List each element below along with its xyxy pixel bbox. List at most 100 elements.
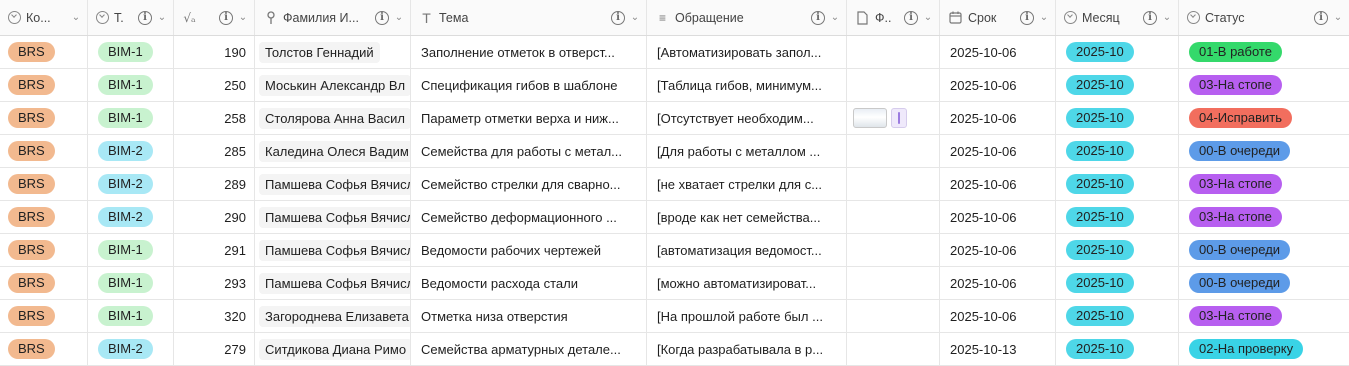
date-cell[interactable]: 2025-10-06 bbox=[940, 36, 1056, 68]
table-row[interactable]: BRS BIM-2 289 Памшева Софья Вячисл Семейство… bbox=[0, 168, 1349, 201]
date-cell[interactable]: 2025-10-06 bbox=[940, 201, 1056, 233]
chevron-down-icon[interactable]: ⌄ bbox=[1333, 12, 1343, 23]
name-cell[interactable]: Моськин Александр Вл bbox=[255, 69, 411, 101]
linked-record-chip[interactable]: Загороднева Елизавета bbox=[259, 305, 410, 327]
company-cell[interactable]: BRS bbox=[0, 234, 88, 266]
status-cell[interactable]: 01-В работе bbox=[1179, 36, 1349, 68]
table-row[interactable]: BRS BIM-1 190 Толстов Геннадий Заполнение от… bbox=[0, 36, 1349, 69]
topic-cell[interactable]: Параметр отметки верха и ниж... bbox=[411, 102, 647, 134]
topic-cell[interactable]: Семейство стрелки для сварно... bbox=[411, 168, 647, 200]
name-cell[interactable]: Столярова Анна Васил bbox=[255, 102, 411, 134]
column-header-number[interactable]: √ₐ i ⌄ bbox=[174, 0, 255, 35]
date-cell[interactable]: 2025-10-06 bbox=[940, 102, 1056, 134]
column-header-file[interactable]: Ф.. i ⌄ bbox=[847, 0, 940, 35]
type-cell[interactable]: BIM-2 bbox=[88, 201, 174, 233]
type-cell[interactable]: BIM-2 bbox=[88, 168, 174, 200]
info-icon[interactable]: i bbox=[219, 10, 233, 25]
request-cell[interactable]: [Когда разрабатывала в р... bbox=[647, 333, 847, 365]
topic-cell[interactable]: Отметка низа отверстия bbox=[411, 300, 647, 332]
table-row[interactable]: BRS BIM-2 279 Ситдикова Диана Римо Семейства… bbox=[0, 333, 1349, 366]
month-cell[interactable]: 2025-10 bbox=[1056, 201, 1179, 233]
topic-cell[interactable]: Заполнение отметок в отверст... bbox=[411, 36, 647, 68]
company-cell[interactable]: BRS bbox=[0, 333, 88, 365]
file-cell[interactable] bbox=[847, 234, 940, 266]
table-row[interactable]: BRS BIM-1 250 Моськин Александр Вл Специфика… bbox=[0, 69, 1349, 102]
date-cell[interactable]: 2025-10-06 bbox=[940, 267, 1056, 299]
type-cell[interactable]: BIM-1 bbox=[88, 36, 174, 68]
request-cell[interactable]: [Для работы с металлом ... bbox=[647, 135, 847, 167]
chevron-down-icon[interactable]: ⌄ bbox=[71, 12, 81, 23]
chevron-down-icon[interactable]: ⌄ bbox=[630, 12, 640, 23]
column-header-company[interactable]: Ко... ⌄ bbox=[0, 0, 88, 35]
request-cell[interactable]: [вроде как нет семейства... bbox=[647, 201, 847, 233]
name-cell[interactable]: Каледина Олеся Вадим bbox=[255, 135, 411, 167]
request-cell[interactable]: [Отсутствует необходим... bbox=[647, 102, 847, 134]
status-cell[interactable]: 04-Исправить bbox=[1179, 102, 1349, 134]
linked-record-chip[interactable]: Памшева Софья Вячисл bbox=[259, 239, 410, 261]
chevron-down-icon[interactable]: ⌄ bbox=[1039, 12, 1049, 23]
date-cell[interactable]: 2025-10-06 bbox=[940, 234, 1056, 266]
column-header-name[interactable]: Фамилия И... i ⌄ bbox=[255, 0, 411, 35]
month-cell[interactable]: 2025-10 bbox=[1056, 300, 1179, 332]
company-cell[interactable]: BRS bbox=[0, 135, 88, 167]
table-row[interactable]: BRS BIM-1 291 Памшева Софья Вячисл Ведомости… bbox=[0, 234, 1349, 267]
request-cell[interactable]: [автоматизация ведомост... bbox=[647, 234, 847, 266]
linked-record-chip[interactable]: Каледина Олеся Вадим bbox=[259, 140, 410, 162]
number-cell[interactable]: 289 bbox=[174, 168, 255, 200]
topic-cell[interactable]: Ведомости расхода стали bbox=[411, 267, 647, 299]
company-cell[interactable]: BRS bbox=[0, 267, 88, 299]
file-cell[interactable] bbox=[847, 36, 940, 68]
status-cell[interactable]: 00-В очереди bbox=[1179, 267, 1349, 299]
info-icon[interactable]: i bbox=[811, 10, 825, 25]
date-cell[interactable]: 2025-10-13 bbox=[940, 333, 1056, 365]
date-cell[interactable]: 2025-10-06 bbox=[940, 300, 1056, 332]
number-cell[interactable]: 291 bbox=[174, 234, 255, 266]
request-cell[interactable]: [На прошлой работе был ... bbox=[647, 300, 847, 332]
type-cell[interactable]: BIM-1 bbox=[88, 69, 174, 101]
name-cell[interactable]: Ситдикова Диана Римо bbox=[255, 333, 411, 365]
file-cell[interactable] bbox=[847, 201, 940, 233]
request-cell[interactable]: [Автоматизировать запол... bbox=[647, 36, 847, 68]
number-cell[interactable]: 285 bbox=[174, 135, 255, 167]
number-cell[interactable]: 190 bbox=[174, 36, 255, 68]
number-cell[interactable]: 279 bbox=[174, 333, 255, 365]
company-cell[interactable]: BRS bbox=[0, 168, 88, 200]
file-cell[interactable] bbox=[847, 102, 940, 134]
company-cell[interactable]: BRS bbox=[0, 102, 88, 134]
request-cell[interactable]: [не хватает стрелки для с... bbox=[647, 168, 847, 200]
linked-record-chip[interactable]: Памшева Софья Вячисл bbox=[259, 206, 410, 228]
column-header-date[interactable]: Срок i ⌄ bbox=[940, 0, 1056, 35]
status-cell[interactable]: 03-На стопе bbox=[1179, 168, 1349, 200]
table-row[interactable]: BRS BIM-2 285 Каледина Олеся Вадим Семейства… bbox=[0, 135, 1349, 168]
table-row[interactable]: BRS BIM-1 320 Загороднева Елизавета Отметка … bbox=[0, 300, 1349, 333]
linked-record-chip[interactable]: Столярова Анна Васил bbox=[259, 107, 410, 129]
name-cell[interactable]: Памшева Софья Вячисл bbox=[255, 234, 411, 266]
request-cell[interactable]: [Таблица гибов, минимум... bbox=[647, 69, 847, 101]
linked-record-chip[interactable]: Моськин Александр Вл bbox=[259, 74, 410, 96]
status-cell[interactable]: 00-В очереди bbox=[1179, 234, 1349, 266]
number-cell[interactable]: 250 bbox=[174, 69, 255, 101]
table-row[interactable]: BRS BIM-1 258 Столярова Анна Васил Параметр … bbox=[0, 102, 1349, 135]
type-cell[interactable]: BIM-2 bbox=[88, 135, 174, 167]
chevron-down-icon[interactable]: ⌄ bbox=[830, 12, 840, 23]
type-cell[interactable]: BIM-1 bbox=[88, 300, 174, 332]
column-header-request[interactable]: ≡ Обращение i ⌄ bbox=[647, 0, 847, 35]
column-header-type[interactable]: Т. i ⌄ bbox=[88, 0, 174, 35]
info-icon[interactable]: i bbox=[611, 10, 625, 25]
type-cell[interactable]: BIM-2 bbox=[88, 333, 174, 365]
request-cell[interactable]: [можно автоматизироват... bbox=[647, 267, 847, 299]
name-cell[interactable]: Памшева Софья Вячисл bbox=[255, 168, 411, 200]
status-cell[interactable]: 03-На стопе bbox=[1179, 201, 1349, 233]
chevron-down-icon[interactable]: ⌄ bbox=[157, 12, 167, 23]
linked-record-chip[interactable]: Ситдикова Диана Римо bbox=[259, 338, 410, 360]
attachment-thumbnail[interactable] bbox=[853, 108, 887, 128]
company-cell[interactable]: BRS bbox=[0, 36, 88, 68]
month-cell[interactable]: 2025-10 bbox=[1056, 69, 1179, 101]
info-icon[interactable]: i bbox=[1314, 10, 1328, 25]
linked-record-chip[interactable]: Памшева Софья Вячисл bbox=[259, 272, 410, 294]
chevron-down-icon[interactable]: ⌄ bbox=[238, 12, 248, 23]
file-cell[interactable] bbox=[847, 69, 940, 101]
type-cell[interactable]: BIM-1 bbox=[88, 234, 174, 266]
topic-cell[interactable]: Спецификация гибов в шаблоне bbox=[411, 69, 647, 101]
name-cell[interactable]: Памшева Софья Вячисл bbox=[255, 201, 411, 233]
